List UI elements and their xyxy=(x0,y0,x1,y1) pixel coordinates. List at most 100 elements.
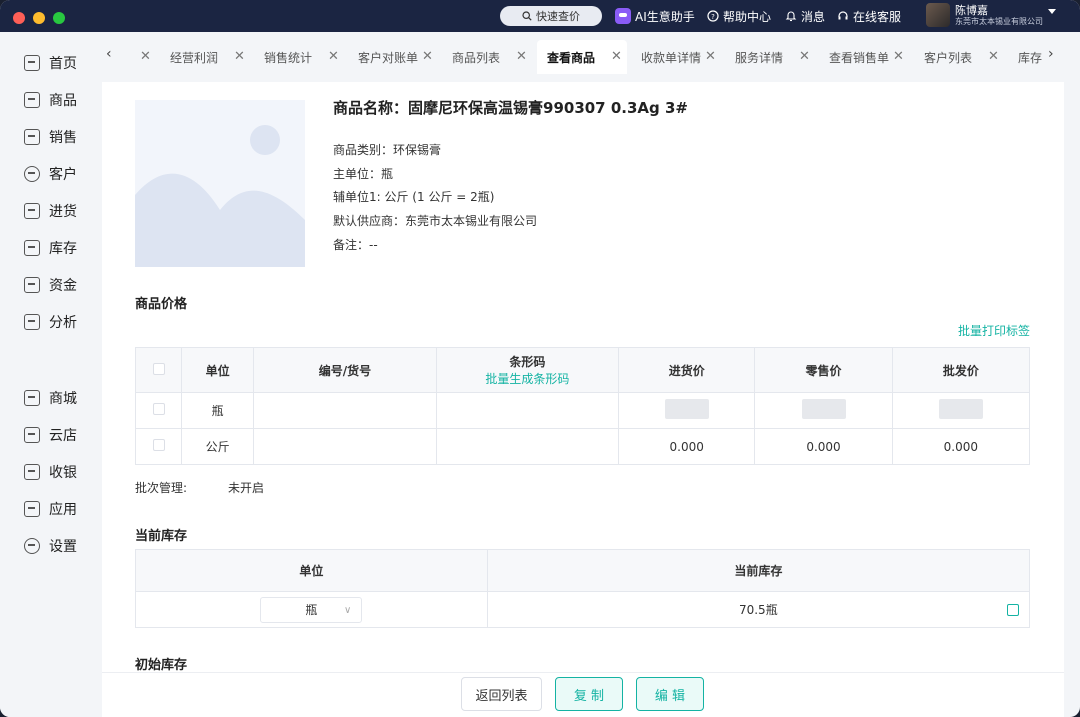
help-center-label: 帮助中心 xyxy=(723,9,772,24)
cell-unit: 公斤 xyxy=(181,428,255,465)
sidebar-item-label: 库存 xyxy=(49,241,77,257)
headset-icon xyxy=(838,11,848,20)
sidebar-item-products[interactable]: 商品 xyxy=(24,89,77,111)
sidebar-item-home[interactable]: 首页 xyxy=(24,52,77,74)
row-checkbox[interactable] xyxy=(152,439,165,451)
table-row: 瓶 xyxy=(134,392,1031,429)
tab-close-icon[interactable]: ✕ xyxy=(328,49,339,64)
tab-view-sales-order[interactable]: 查看销售单 xyxy=(829,40,889,74)
tab-close-icon[interactable]: ✕ xyxy=(422,49,433,64)
wallet-icon xyxy=(24,277,40,293)
tab-close-icon[interactable]: ✕ xyxy=(140,49,151,64)
sidebar-item-label: 首页 xyxy=(49,56,77,72)
batch-print-labels-link[interactable]: 批量打印标签 xyxy=(958,322,1030,339)
cashier-icon xyxy=(24,464,40,480)
sidebar-item-label: 资金 xyxy=(49,278,77,294)
col-header-purchase-price: 进货价 xyxy=(618,347,756,393)
user-icon xyxy=(24,166,40,182)
sidebar-item-label: 应用 xyxy=(49,502,77,518)
tab-sales-stats[interactable]: 销售统计 xyxy=(264,40,312,74)
sidebar-item-label: 云店 xyxy=(49,428,77,444)
tab-close-icon[interactable]: ✕ xyxy=(799,49,810,64)
back-to-list-button[interactable]: 返回列表 xyxy=(461,677,542,711)
edit-button[interactable]: 编 辑 xyxy=(636,677,704,711)
sidebar-item-apps[interactable]: 应用 xyxy=(24,498,77,520)
row-checkbox[interactable] xyxy=(152,403,165,415)
price-section-title: 商品价格 xyxy=(135,297,188,312)
app-window: 快速查价 AI生意助手 ? 帮助中心 消息 在线客服 陈博嘉 东莞市太本锡业有限… xyxy=(0,0,1080,717)
stock-table: 单位 当前库存 瓶 ∨ 70.5瓶 xyxy=(135,549,1031,628)
cell-wholesale-price: 0.000 xyxy=(891,428,1031,465)
cell-code xyxy=(253,392,437,429)
sidebar-item-label: 收银 xyxy=(49,465,77,481)
help-center-button[interactable]: ? 帮助中心 xyxy=(707,7,771,25)
sidebar-item-analysis[interactable]: 分析 xyxy=(24,311,77,333)
online-service-button[interactable]: 在线客服 xyxy=(837,7,901,25)
clipboard-icon xyxy=(24,129,40,145)
sidebar-item-inventory[interactable]: 库存 xyxy=(24,237,77,259)
select-all-checkbox[interactable] xyxy=(152,362,165,375)
tab-inventory[interactable]: 库存 xyxy=(1018,40,1042,74)
sidebar-item-label: 进货 xyxy=(49,204,77,220)
tab-close-icon[interactable]: ✕ xyxy=(516,49,527,64)
copy-button[interactable]: 复 制 xyxy=(555,677,623,711)
warehouse-icon xyxy=(24,240,40,256)
messages-button[interactable]: 消息 xyxy=(785,7,825,25)
sidebar-item-settings[interactable]: 设置 xyxy=(24,535,77,557)
maximize-window-button[interactable] xyxy=(53,12,65,24)
home-icon xyxy=(24,55,40,71)
col-header-current-stock: 当前库存 xyxy=(486,549,1031,592)
chart-icon xyxy=(24,314,40,330)
cell-barcode xyxy=(435,428,620,465)
tab-close-icon[interactable]: ✕ xyxy=(988,49,999,64)
product-main-unit: 主单位：瓶 xyxy=(333,167,394,181)
shop-icon xyxy=(24,390,40,406)
purchase-price-redacted xyxy=(664,399,709,419)
messages-label: 消息 xyxy=(801,9,826,24)
sidebar-item-sales[interactable]: 销售 xyxy=(24,126,77,148)
cloud-shop-icon xyxy=(24,427,40,443)
sidebar-item-label: 商城 xyxy=(49,391,77,407)
retail-price-redacted xyxy=(801,399,846,419)
title-bar: 快速查价 AI生意助手 ? 帮助中心 消息 在线客服 陈博嘉 东莞市太本锡业有限… xyxy=(0,0,1080,32)
sidebar-item-label: 客户 xyxy=(49,167,77,183)
product-detail-panel: 商品名称：固摩尼环保高温锡膏990307 0.3Ag 3# 商品类别：环保锡膏 … xyxy=(102,82,1064,672)
sidebar-item-funds[interactable]: 资金 xyxy=(24,274,77,296)
tab-close-icon[interactable]: ✕ xyxy=(705,49,716,64)
tab-scroll-left-icon[interactable]: ‹ xyxy=(106,46,112,62)
ai-assistant-button[interactable]: AI生意助手 xyxy=(615,7,695,25)
tab-close-icon[interactable]: ✕ xyxy=(611,49,622,64)
stock-unit-select[interactable]: 瓶 ∨ xyxy=(260,596,363,623)
tab-service-detail[interactable]: 服务详情 xyxy=(735,40,783,74)
sidebar-item-purchase[interactable]: 进货 xyxy=(24,200,77,222)
sidebar-item-cashier[interactable]: 收银 xyxy=(24,461,77,483)
tab-customer-list[interactable]: 客户列表 xyxy=(924,40,972,74)
tab-product-list[interactable]: 商品列表 xyxy=(452,40,500,74)
table-row: 公斤 0.000 0.000 0.000 xyxy=(134,428,1031,465)
cell-unit: 瓶 xyxy=(181,392,255,429)
close-window-button[interactable] xyxy=(13,12,25,24)
user-menu-caret-icon[interactable] xyxy=(1048,9,1056,14)
sidebar-item-customers[interactable]: 客户 xyxy=(24,163,77,185)
ai-robot-icon xyxy=(615,8,631,24)
sidebar-item-mall[interactable]: 商城 xyxy=(24,387,77,409)
tab-profit[interactable]: 经营利润 xyxy=(170,40,218,74)
image-placeholder-icon xyxy=(135,125,305,267)
tab-close-icon[interactable]: ✕ xyxy=(893,49,904,64)
cell-barcode xyxy=(435,392,620,429)
edit-icon[interactable] xyxy=(1007,604,1019,616)
cell-retail-price: 0.000 xyxy=(754,428,893,465)
table-row: 瓶 ∨ 70.5瓶 xyxy=(135,591,1031,628)
sidebar-item-cloud-shop[interactable]: 云店 xyxy=(24,424,77,446)
tab-scroll-right-icon[interactable]: › xyxy=(1048,46,1054,62)
batch-generate-barcode-link[interactable]: 批量生成条形码 xyxy=(437,370,618,387)
action-footer: 返回列表 复 制 编 辑 xyxy=(102,672,1064,717)
purchase-icon xyxy=(24,203,40,219)
avatar[interactable] xyxy=(926,3,950,27)
quick-search-button[interactable]: 快速查价 xyxy=(500,6,602,26)
minimize-window-button[interactable] xyxy=(33,12,45,24)
tab-receipt-detail[interactable]: 收款单详情 xyxy=(641,40,701,74)
tab-customer-statement[interactable]: 客户对账单 xyxy=(358,40,418,74)
tab-close-icon[interactable]: ✕ xyxy=(234,49,245,64)
svg-text:?: ? xyxy=(711,13,715,21)
